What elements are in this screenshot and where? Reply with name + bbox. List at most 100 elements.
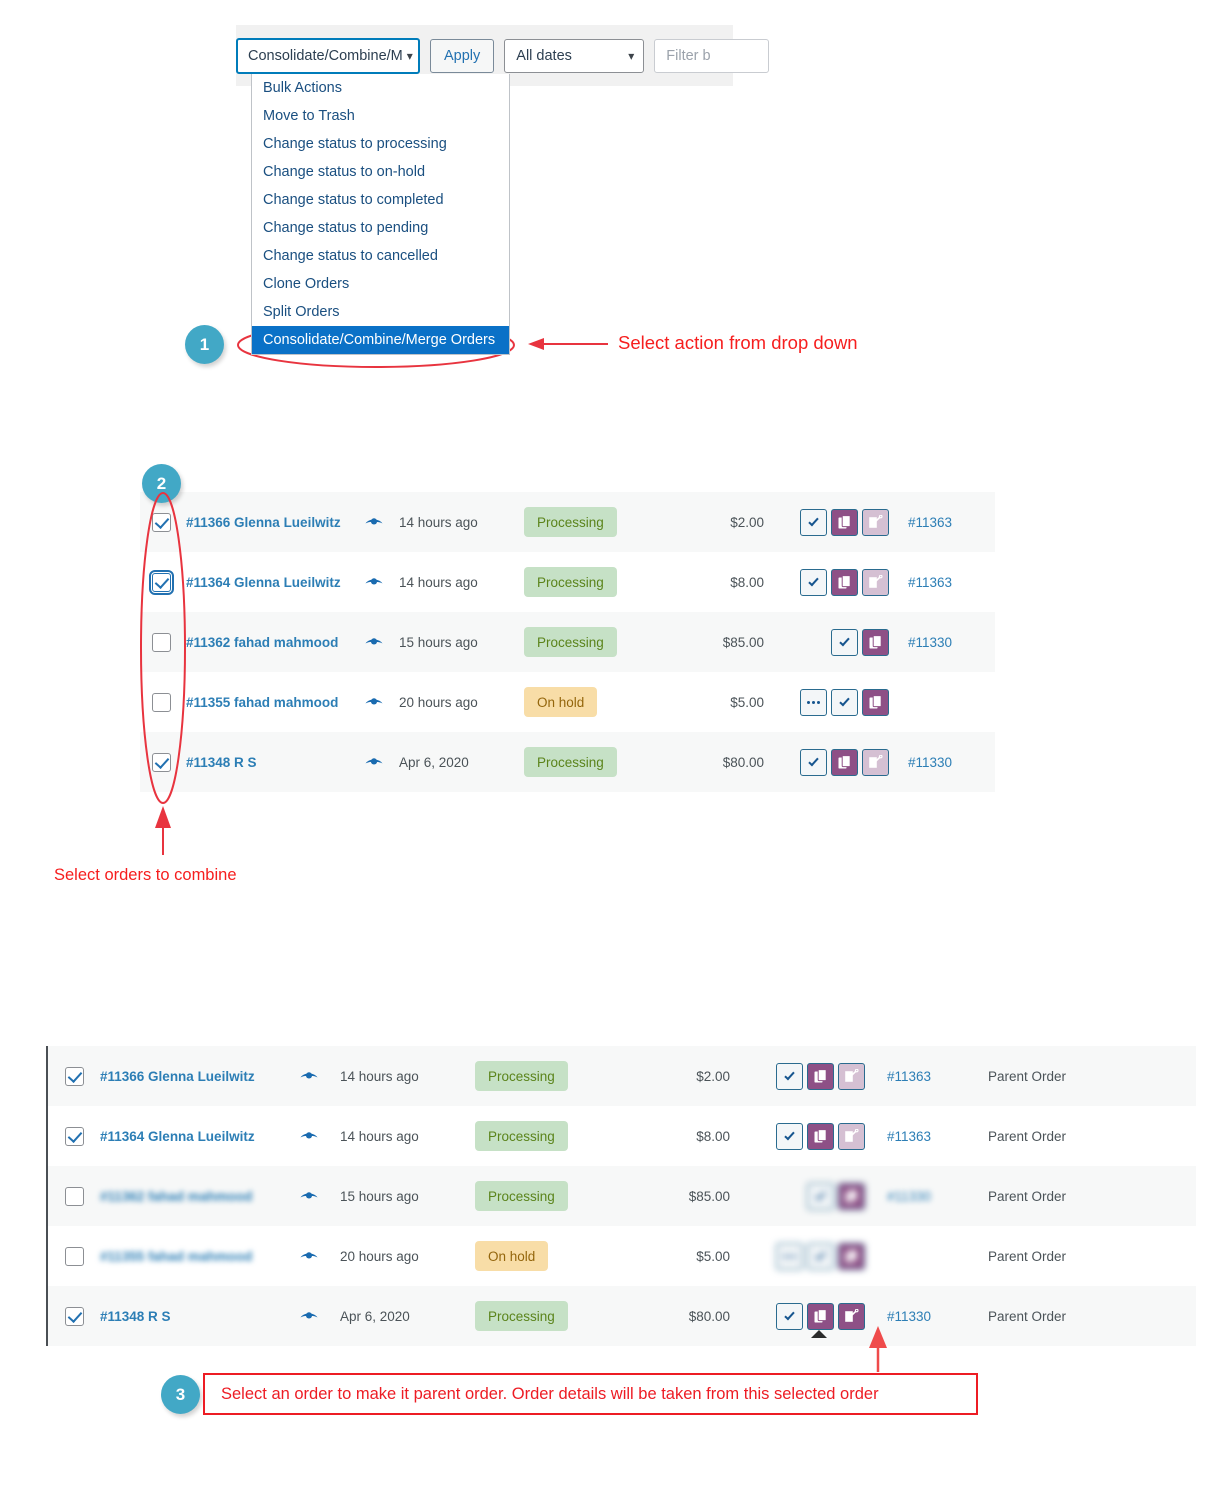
parent-order-link[interactable]: #11363 <box>865 1069 970 1084</box>
bulk-action-dropdown-list[interactable]: Bulk Actions Move to Trash Change status t… <box>251 74 510 355</box>
row-checkbox[interactable] <box>152 512 171 532</box>
action-select-button[interactable] <box>800 508 827 536</box>
bulk-action-select[interactable]: Consolidate/Combine/M ▾ <box>236 38 420 74</box>
order-link[interactable]: #11348 R S <box>186 755 349 770</box>
row-checkbox[interactable] <box>152 752 171 772</box>
row-checkbox[interactable] <box>65 1246 84 1266</box>
table-row[interactable]: #11355 fahad mahmood 20 hours ago On hold $… <box>140 672 995 732</box>
date-filter-value: All dates <box>516 48 572 64</box>
bulk-action-option[interactable]: Bulk Actions <box>252 74 509 102</box>
order-link[interactable]: #11364 Glenna Lueilwitz <box>100 1129 278 1144</box>
action-parent-order-button[interactable] <box>862 748 889 776</box>
row-checkbox[interactable] <box>152 632 171 652</box>
order-link[interactable]: #11364 Glenna Lueilwitz <box>186 575 349 590</box>
bulk-action-option[interactable]: Change status to cancelled <box>252 242 509 270</box>
bulk-action-option[interactable]: Change status to completed <box>252 186 509 214</box>
action-select-button[interactable] <box>831 628 858 656</box>
table-row[interactable]: #11348 R S Apr 6, 2020 Processing $80.00 #11… <box>48 1286 1196 1346</box>
preview-eye-icon[interactable] <box>299 1250 319 1262</box>
action-parent-order-button[interactable] <box>838 1062 865 1090</box>
bulk-action-option[interactable]: Change status to processing <box>252 130 509 158</box>
row-checkbox[interactable] <box>65 1126 84 1146</box>
action-select-button[interactable] <box>776 1122 803 1150</box>
action-clone-button[interactable] <box>862 628 889 656</box>
preview-eye-icon[interactable] <box>299 1310 319 1322</box>
action-parent-order-button[interactable] <box>838 1302 865 1330</box>
preview-eye-icon[interactable] <box>364 576 384 588</box>
parent-order-link[interactable]: #11330 <box>865 1309 970 1324</box>
action-clone-button[interactable] <box>831 748 858 776</box>
action-select-button[interactable] <box>800 748 827 776</box>
order-link[interactable]: #11362 fahad mahmood <box>100 1189 278 1204</box>
bulk-action-option[interactable]: Change status to pending <box>252 214 509 242</box>
table-row[interactable]: #11366 Glenna Lueilwitz 14 hours ago Proce… <box>48 1046 1196 1106</box>
bulk-action-option[interactable]: Move to Trash <box>252 102 509 130</box>
action-clone-button[interactable] <box>838 1242 865 1270</box>
preview-eye-icon[interactable] <box>364 696 384 708</box>
parent-order-link[interactable]: #11363 <box>889 515 989 530</box>
action-select-button[interactable] <box>776 1302 803 1330</box>
table-row[interactable]: #11355 fahad mahmood 20 hours ago On hold $… <box>48 1226 1196 1286</box>
row-checkbox[interactable] <box>65 1066 84 1086</box>
action-select-button[interactable] <box>807 1182 834 1210</box>
order-link[interactable]: #11355 fahad mahmood <box>100 1249 278 1264</box>
table-row[interactable]: #11362 fahad mahmood 15 hours ago Processi… <box>48 1166 1196 1226</box>
action-clone-button[interactable] <box>807 1302 834 1330</box>
table-row[interactable]: #11366 Glenna Lueilwitz 14 hours ago Proce… <box>140 492 995 552</box>
preview-eye-icon[interactable] <box>299 1190 319 1202</box>
action-clone-button[interactable] <box>831 508 858 536</box>
order-link[interactable]: #11348 R S <box>100 1309 278 1324</box>
filter-search-input[interactable]: Filter b <box>654 39 770 73</box>
parent-order-label: Parent Order <box>988 1128 1067 1144</box>
preview-eye-icon[interactable] <box>299 1070 319 1082</box>
order-link[interactable]: #11366 Glenna Lueilwitz <box>100 1069 278 1084</box>
parent-order-link[interactable]: #11363 <box>889 575 989 590</box>
order-preview-cell <box>278 1070 340 1082</box>
action-select-button[interactable] <box>800 568 827 596</box>
row-checkbox[interactable] <box>65 1186 84 1206</box>
status-cell: Processing <box>475 1121 622 1151</box>
action-clone-button[interactable] <box>807 1062 834 1090</box>
row-checkbox[interactable] <box>152 692 171 712</box>
action-select-button[interactable] <box>807 1242 834 1270</box>
action-clone-button[interactable] <box>831 568 858 596</box>
bulk-action-option[interactable]: Change status to on-hold <box>252 158 509 186</box>
preview-eye-icon[interactable] <box>364 636 384 648</box>
action-parent-order-button[interactable] <box>838 1122 865 1150</box>
order-preview-cell <box>278 1130 340 1142</box>
action-parent-order-button[interactable] <box>862 508 889 536</box>
action-parent-order-button[interactable] <box>862 568 889 596</box>
action-select-button[interactable] <box>776 1062 803 1090</box>
bulk-action-option[interactable]: Split Orders <box>252 298 509 326</box>
preview-eye-icon[interactable] <box>364 516 384 528</box>
apply-button[interactable]: Apply <box>430 39 495 73</box>
action-clone-button[interactable] <box>807 1122 834 1150</box>
action-more-button[interactable] <box>776 1242 803 1270</box>
status-badge: Processing <box>475 1121 568 1151</box>
action-select-button[interactable] <box>831 688 858 716</box>
date-filter-select[interactable]: All dates ▾ <box>504 39 645 73</box>
table-row[interactable]: #11364 Glenna Lueilwitz 14 hours ago Proce… <box>48 1106 1196 1166</box>
action-more-button[interactable] <box>800 688 827 716</box>
preview-eye-icon[interactable] <box>364 756 384 768</box>
table-row[interactable]: #11362 fahad mahmood 15 hours ago Processi… <box>140 612 995 672</box>
row-checkbox[interactable] <box>65 1306 84 1326</box>
preview-eye-icon[interactable] <box>299 1130 319 1142</box>
order-link[interactable]: #11362 fahad mahmood <box>186 635 349 650</box>
status-cell: Processing <box>475 1181 622 1211</box>
action-clone-button[interactable] <box>862 688 889 716</box>
parent-order-link[interactable]: #11330 <box>865 1189 970 1204</box>
status-badge: Processing <box>475 1061 568 1091</box>
order-preview-cell <box>278 1190 340 1202</box>
parent-order-link[interactable]: #11330 <box>889 635 989 650</box>
bulk-action-option[interactable]: Clone Orders <box>252 270 509 298</box>
row-checkbox[interactable] <box>149 569 174 595</box>
order-link[interactable]: #11355 fahad mahmood <box>186 695 349 710</box>
parent-order-link[interactable]: #11330 <box>889 755 989 770</box>
bulk-action-option[interactable]: Consolidate/Combine/Merge Orders <box>252 326 509 354</box>
order-link[interactable]: #11366 Glenna Lueilwitz <box>186 515 349 530</box>
table-row[interactable]: #11348 R S Apr 6, 2020 Processing $80.00 #11… <box>140 732 995 792</box>
action-clone-button[interactable] <box>838 1182 865 1210</box>
table-row[interactable]: #11364 Glenna Lueilwitz 14 hours ago Proce… <box>140 552 995 612</box>
parent-order-link[interactable]: #11363 <box>865 1129 970 1144</box>
